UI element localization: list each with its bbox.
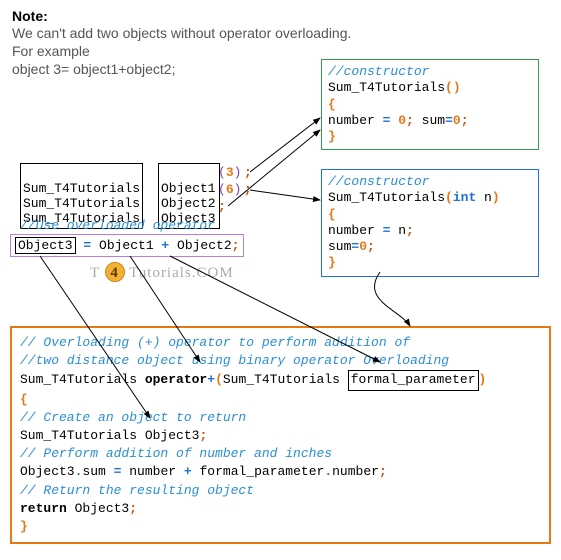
op-c5: // Return the resulting object — [20, 483, 254, 498]
semi-1: ; — [244, 165, 252, 180]
arg2-val: 6 — [226, 182, 234, 197]
assign-eq: = — [76, 238, 99, 253]
decl-type-1: Sum_T4Tutorials — [23, 181, 140, 196]
decl-obj2: Object2 — [161, 196, 216, 211]
note-line-2: For example — [12, 42, 549, 60]
constructor-param-box: //constructor Sum_T4Tutorials(int n) { n… — [321, 169, 539, 277]
assign-lhs: Object3 — [15, 237, 76, 254]
assign-semi: ; — [232, 238, 240, 253]
note-line-1: We can't add two objects without operato… — [12, 24, 549, 42]
ctor1-comment: //constructor — [328, 64, 429, 79]
operator-overload-box: // Overloading (+) operator to perform a… — [10, 326, 551, 544]
semi-3: ; — [218, 199, 226, 214]
op-c2: //two distance object using binary opera… — [20, 353, 449, 368]
assign-b: Object2 — [177, 238, 232, 253]
op-c1: // Overloading (+) operator to perform a… — [20, 335, 410, 350]
arg1-group: (3) — [218, 165, 241, 180]
formal-param-box: formal_parameter — [348, 370, 479, 390]
watermark-circle: 4 — [105, 262, 125, 282]
decl-type-2: Sum_T4Tutorials — [23, 196, 140, 211]
ctor1-name: Sum_T4Tutorials — [328, 80, 445, 95]
decl-obj1: Object1 — [161, 181, 216, 196]
semi-2: ; — [244, 182, 252, 197]
ctor2-name: Sum_T4Tutorials — [328, 190, 445, 205]
use-overloaded-comment: //Use overloaded operator — [20, 218, 215, 233]
assign-box: Object3 = Object1 + Object2; — [10, 234, 244, 257]
arg1-val: 3 — [226, 165, 234, 180]
op-c3: // Create an object to return — [20, 410, 246, 425]
assign-plus: + — [154, 238, 177, 253]
note-label: Note: — [12, 8, 549, 24]
ctor2-comment: //constructor — [328, 174, 429, 189]
op-c4: // Perform addition of number and inches — [20, 446, 332, 461]
arg2-group: (6) — [218, 182, 241, 197]
watermark: T 4 Tutorials.COM — [90, 262, 234, 282]
constructor-default-box: //constructor Sum_T4Tutorials() { number… — [321, 59, 539, 150]
assign-a: Object1 — [99, 238, 154, 253]
